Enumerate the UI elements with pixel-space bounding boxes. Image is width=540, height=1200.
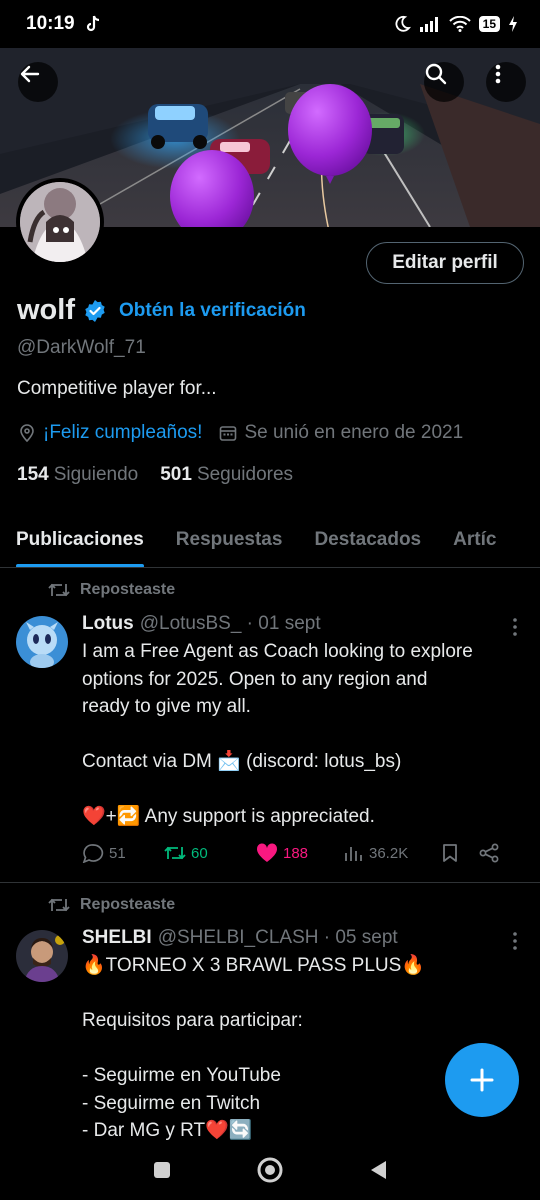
profile-handle: @DarkWolf_71	[17, 337, 146, 358]
post-header: Lotus @LotusBS_ · 01 sept	[82, 613, 321, 635]
bookmark-icon	[442, 843, 458, 863]
followers-count: 501	[160, 464, 192, 485]
status-time: 10:19	[26, 13, 75, 34]
repost-indicator: Reposteaste	[48, 581, 175, 599]
repost-button[interactable]: 60	[164, 844, 256, 862]
following-count: 154	[17, 464, 49, 485]
tab-respuestas[interactable]: Respuestas	[160, 512, 299, 567]
birthday-link[interactable]: ¡Feliz cumpleaños!	[43, 422, 202, 444]
signal-icon	[419, 16, 441, 32]
calendar-icon	[218, 423, 238, 443]
repost-icon	[48, 896, 70, 914]
share-button[interactable]	[478, 843, 500, 863]
post-header: SHELBI @SHELBI_CLASH · 05 sept	[82, 927, 398, 949]
repost-count: 60	[191, 844, 208, 862]
profile-meta: ¡Feliz cumpleaños! Se unió en enero de 2…	[17, 422, 463, 444]
battery-level: 15	[482, 16, 496, 31]
more-options-button[interactable]	[486, 62, 526, 102]
tiktok-icon	[85, 15, 101, 33]
post-text: I am a Free Agent as Coach looking to ex…	[82, 641, 473, 827]
repost-active-icon	[164, 844, 186, 862]
avatar[interactable]	[16, 930, 68, 982]
battery-icon: 15	[478, 16, 500, 32]
verified-badge-icon[interactable]	[83, 299, 107, 323]
tab-articulos[interactable]: Artíc	[437, 512, 512, 567]
profile-bio: Competitive player for...	[17, 378, 217, 399]
followers-link[interactable]: 501 Seguidores	[160, 464, 293, 486]
share-icon	[478, 843, 500, 863]
like-button[interactable]: 188	[256, 843, 344, 863]
author-name[interactable]: Lotus	[82, 613, 134, 635]
reply-icon	[82, 843, 104, 863]
recents-button[interactable]	[152, 1160, 172, 1180]
reply-button[interactable]: 51	[82, 843, 164, 863]
name-row: wolf Obtén la verificación	[17, 294, 306, 327]
views-count: 36.2K	[369, 844, 409, 862]
join-date: Se unió en enero de 2021	[244, 422, 464, 443]
repost-indicator: Reposteaste	[48, 896, 175, 914]
author-handle-date: @SHELBI_CLASH · 05 sept	[157, 927, 398, 948]
tab-destacados[interactable]: Destacados	[298, 512, 437, 567]
charging-icon	[508, 16, 518, 32]
edit-profile-button[interactable]: Editar perfil	[366, 242, 524, 284]
avatar-image	[20, 182, 100, 262]
profile-avatar[interactable]	[16, 178, 104, 266]
system-navigation-bar	[0, 1140, 540, 1200]
followers-label: Seguidores	[196, 464, 294, 485]
like-count: 188	[283, 844, 309, 862]
following-link[interactable]: 154 Siguiendo	[17, 464, 138, 486]
following-label: Siguiendo	[53, 464, 139, 485]
views-button[interactable]: 36.2K	[344, 844, 442, 862]
post-more-button[interactable]	[512, 931, 518, 951]
author-name[interactable]: SHELBI	[82, 927, 152, 949]
post-actions: 51 60 188 36.2K	[82, 843, 522, 863]
home-button[interactable]	[256, 1156, 284, 1184]
reply-count: 51	[109, 844, 126, 862]
moon-icon	[393, 15, 411, 33]
bookmark-button[interactable]	[442, 843, 478, 863]
repost-label: Reposteaste	[80, 896, 176, 913]
search-button[interactable]	[424, 62, 464, 102]
plus-icon	[469, 1067, 495, 1093]
follow-stats: 154 Siguiendo 501 Seguidores	[17, 464, 293, 486]
wifi-icon	[448, 16, 471, 32]
tab-publicaciones[interactable]: Publicaciones	[0, 512, 160, 567]
views-chart-icon	[344, 844, 364, 862]
compose-post-button[interactable]	[445, 1043, 519, 1117]
get-verified-link[interactable]: Obtén la verificación	[119, 300, 306, 322]
avatar[interactable]	[16, 616, 68, 668]
display-name: wolf	[17, 294, 75, 326]
back-nav-button[interactable]	[368, 1159, 388, 1181]
post-text: 🔥TORNEO X 3 BRAWL PASS PLUS🔥 Requisitos …	[82, 955, 425, 1141]
post-item[interactable]: Reposteaste Lotus @LotusBS_ · 01 sept I …	[0, 569, 540, 883]
heart-filled-icon	[256, 843, 278, 863]
profile-tabs: Publicaciones Respuestas Destacados Artí…	[0, 512, 540, 568]
repost-label: Reposteaste	[80, 581, 176, 598]
author-handle-date: @LotusBS_ · 01 sept	[139, 613, 321, 634]
location-pin-icon	[17, 423, 37, 443]
post-more-button[interactable]	[512, 617, 518, 637]
back-button[interactable]	[18, 62, 58, 102]
repost-icon	[48, 581, 70, 599]
status-bar: 10:19 15	[0, 0, 540, 48]
